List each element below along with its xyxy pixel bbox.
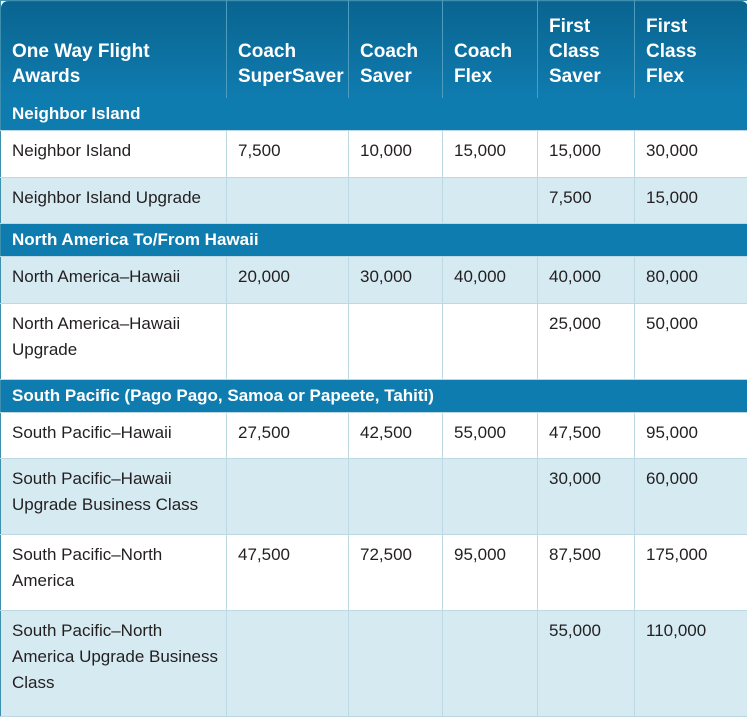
cell-south-pacific-north-america-col2: 72,500	[348, 534, 443, 612]
cell-south-pacific-hawaii-col2: 42,500	[348, 411, 443, 460]
cell-south-pacific-north-america-col1: 47,500	[226, 534, 349, 612]
table-row: North America–Hawaii Upgrade 25,000 50,000	[0, 302, 747, 380]
cell-south-pacific-north-america-upgrade-business-cla-col2	[348, 610, 443, 717]
cell-north-america-hawaii-upgrade-col1	[226, 302, 349, 380]
column-header-first-class-flex: First Class Flex	[634, 0, 747, 98]
cell-north-america-hawaii-col3: 40,000	[442, 256, 538, 304]
cell-south-pacific-north-america-upgrade-business-cla-col1	[226, 610, 349, 717]
section-title-north-america-to-from-hawaii: North America To/From Hawaii	[0, 223, 747, 257]
cell-north-america-hawaii-col5: 80,000	[634, 256, 747, 304]
cell-south-pacific-hawaii-upgrade-business-class-col4: 30,000	[537, 458, 635, 536]
cell-south-pacific-hawaii-col4: 47,500	[537, 411, 635, 460]
cell-neighbor-island-col4: 15,000	[537, 130, 635, 178]
cell-south-pacific-north-america-col5: 175,000	[634, 534, 747, 612]
cell-north-america-hawaii-col4: 40,000	[537, 256, 635, 304]
section-header-row: Neighbor Island	[0, 97, 747, 131]
cell-north-america-hawaii-col1: 20,000	[226, 256, 349, 304]
cell-neighbor-island-col1: 7,500	[226, 130, 349, 178]
cell-south-pacific-north-america-upgrade-business-cla-col4: 55,000	[537, 610, 635, 717]
cell-neighbor-island-upgrade-col2	[348, 176, 443, 225]
table-body: Neighbor Island Neighbor Island 7,500 10,00…	[0, 97, 747, 717]
cell-neighbor-island-upgrade-col3	[442, 176, 538, 225]
header-row: One Way Flight Awards Coach SuperSaver C…	[0, 0, 747, 98]
table-header: One Way Flight Awards Coach SuperSaver C…	[0, 0, 747, 98]
cell-south-pacific-north-america-upgrade-business-cla-col5: 110,000	[634, 610, 747, 717]
row-label-neighbor-island-upgrade: Neighbor Island Upgrade	[0, 176, 227, 225]
section-title-south-pacific-pago-pago-samoa-or-papeete-tahiti: South Pacific (Pago Pago, Samoa or Papee…	[0, 379, 747, 413]
table-row: North America–Hawaii 20,000 30,000 40,000 40…	[0, 256, 747, 304]
row-label-south-pacific-hawaii: South Pacific–Hawaii	[0, 411, 227, 460]
row-label-north-america-hawaii-upgrade: North America–Hawaii Upgrade	[0, 302, 227, 380]
award-chart-table: One Way Flight Awards Coach SuperSaver C…	[0, 0, 747, 717]
table-row: South Pacific–Hawaii 27,500 42,500 55,000 47…	[0, 411, 747, 460]
cell-neighbor-island-upgrade-col5: 15,000	[634, 176, 747, 225]
row-label-south-pacific-north-america-upgrade-business-cla: South Pacific–North America Upgrade Busi…	[0, 610, 227, 717]
column-header-coach-flex: Coach Flex	[442, 0, 538, 98]
section-header-row: North America To/From Hawaii	[0, 223, 747, 257]
cell-north-america-hawaii-upgrade-col2	[348, 302, 443, 380]
cell-north-america-hawaii-upgrade-col5: 50,000	[634, 302, 747, 380]
cell-south-pacific-hawaii-col5: 95,000	[634, 411, 747, 460]
cell-north-america-hawaii-col2: 30,000	[348, 256, 443, 304]
cell-south-pacific-north-america-col3: 95,000	[442, 534, 538, 612]
column-header-coach-saver: Coach Saver	[348, 0, 443, 98]
cell-north-america-hawaii-upgrade-col4: 25,000	[537, 302, 635, 380]
cell-neighbor-island-upgrade-col1	[226, 176, 349, 225]
cell-neighbor-island-col5: 30,000	[634, 130, 747, 178]
cell-south-pacific-hawaii-upgrade-business-class-col5: 60,000	[634, 458, 747, 536]
cell-south-pacific-hawaii-col1: 27,500	[226, 411, 349, 460]
cell-neighbor-island-col3: 15,000	[442, 130, 538, 178]
cell-south-pacific-hawaii-upgrade-business-class-col1	[226, 458, 349, 536]
cell-south-pacific-north-america-col4: 87,500	[537, 534, 635, 612]
table-row: Neighbor Island Upgrade 7,500 15,000	[0, 176, 747, 225]
table-row: Neighbor Island 7,500 10,000 15,000 15,000 30…	[0, 130, 747, 178]
table-row: South Pacific–North America Upgrade Busi…	[0, 610, 747, 717]
cell-south-pacific-hawaii-upgrade-business-class-col3	[442, 458, 538, 536]
cell-south-pacific-hawaii-upgrade-business-class-col2	[348, 458, 443, 536]
row-label-north-america-hawaii: North America–Hawaii	[0, 256, 227, 304]
row-label-south-pacific-north-america: South Pacific–North America	[0, 534, 227, 612]
table-row: South Pacific–North America 47,500 72,500 9…	[0, 534, 747, 612]
section-header-row: South Pacific (Pago Pago, Samoa or Papee…	[0, 379, 747, 413]
cell-neighbor-island-col2: 10,000	[348, 130, 443, 178]
row-label-south-pacific-hawaii-upgrade-business-class: South Pacific–Hawaii Upgrade Business Cl…	[0, 458, 227, 536]
column-header-first-class-saver: First Class Saver	[537, 0, 635, 98]
cell-south-pacific-hawaii-col3: 55,000	[442, 411, 538, 460]
row-label-neighbor-island: Neighbor Island	[0, 130, 227, 178]
cell-south-pacific-north-america-upgrade-business-cla-col3	[442, 610, 538, 717]
table-row: South Pacific–Hawaii Upgrade Business Cl…	[0, 458, 747, 536]
column-header-one-way-flight-awards: One Way Flight Awards	[0, 0, 227, 98]
cell-north-america-hawaii-upgrade-col3	[442, 302, 538, 380]
cell-neighbor-island-upgrade-col4: 7,500	[537, 176, 635, 225]
section-title-neighbor-island: Neighbor Island	[0, 97, 747, 131]
column-header-coach-supersaver: Coach SuperSaver	[226, 0, 349, 98]
